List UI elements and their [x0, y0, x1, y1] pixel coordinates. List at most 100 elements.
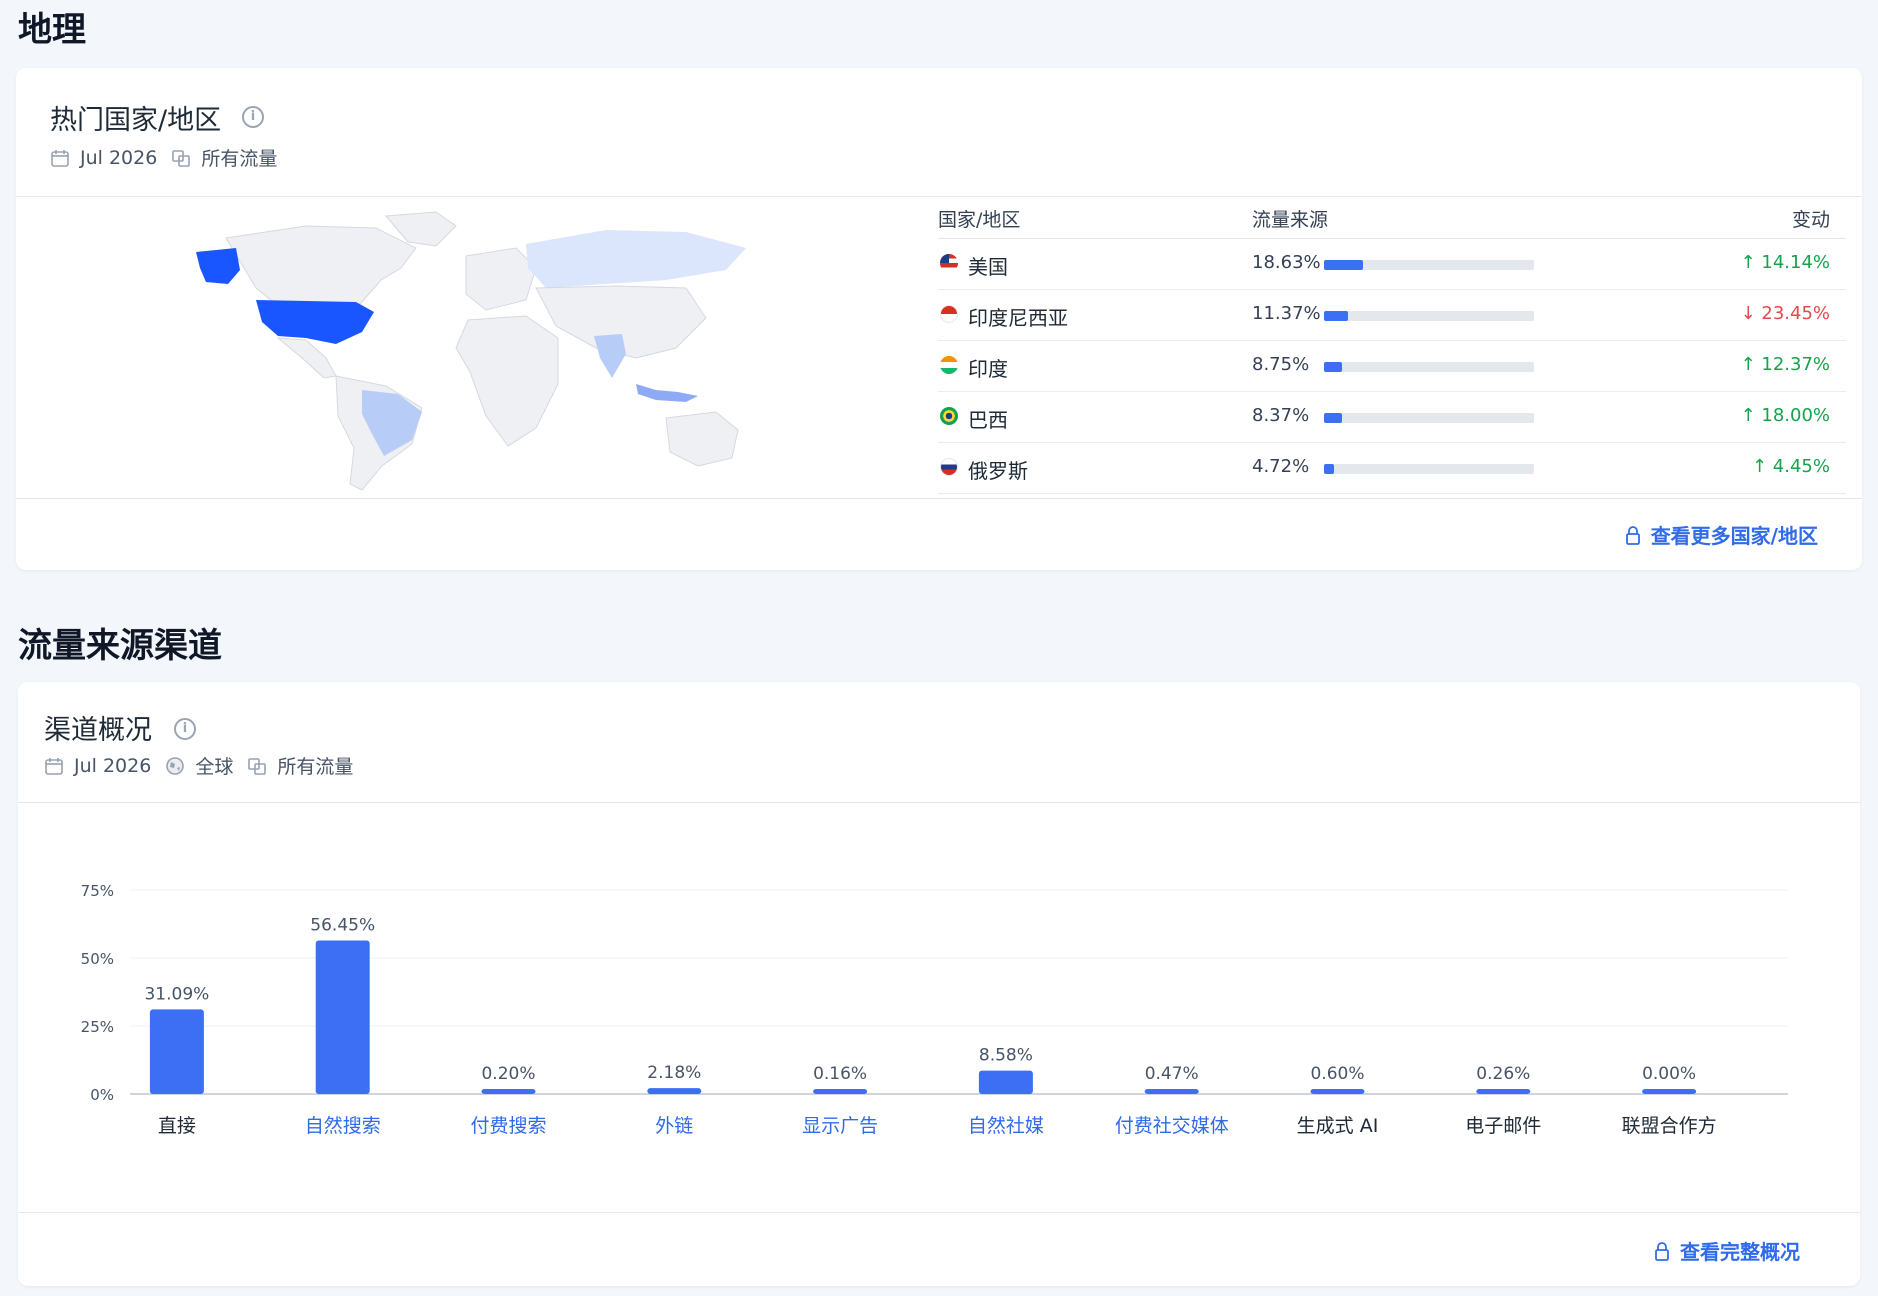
country-name[interactable]: 巴西: [968, 404, 1008, 433]
chart-bar: [1476, 1089, 1531, 1094]
share-bar-fill: [1324, 413, 1342, 423]
map-australia: [665, 411, 739, 467]
view-full-overview-link[interactable]: 查看完整概况: [1654, 1236, 1800, 1265]
geo-section-title: 地理: [18, 10, 86, 50]
traffic-type-icon: [172, 149, 191, 167]
y-tick-label: 0%: [90, 1086, 114, 1104]
chart-bar: [647, 1088, 702, 1094]
chart-bar: [813, 1089, 868, 1094]
traffic-share: 18.63%: [1252, 252, 1321, 273]
x-category-label: 电子邮件: [1465, 1115, 1541, 1137]
col-change[interactable]: 变动: [1792, 205, 1830, 232]
change-value: ↑ 14.14%: [1740, 252, 1830, 273]
map-alaska[interactable]: [196, 248, 240, 284]
bar-value-label: 0.47%: [1145, 1064, 1199, 1084]
card-footer-divider: [18, 1212, 1860, 1213]
map-central-america: [276, 337, 337, 379]
change-value: ↑ 12.37%: [1740, 354, 1830, 375]
view-more-countries-link[interactable]: 查看更多国家/地区: [1625, 520, 1818, 549]
indonesia-flag-icon: [940, 305, 958, 323]
chart-bar: [1144, 1089, 1199, 1094]
traffic-filter-label: 所有流量: [201, 148, 278, 170]
date-label: Jul 2026: [80, 146, 158, 169]
card-footer-divider: [16, 498, 1862, 499]
table-row[interactable]: 美国 18.63% ↑ 14.14%: [938, 239, 1846, 290]
traffic-share: 4.72%: [1252, 456, 1310, 477]
table-row[interactable]: 俄罗斯 4.72% ↑ 4.45%: [938, 443, 1846, 494]
share-bar: [1324, 362, 1534, 372]
card-title: 热门国家/地区: [50, 105, 222, 136]
country-name[interactable]: 印度尼西亚: [968, 302, 1068, 331]
channel-bar-chart: 0% 25% 50% 75% 31.09% 直接 56.45% 自然搜索 0.20% 付费搜索 2.…: [81, 882, 1788, 1137]
view-full-overview-label[interactable]: 查看完整概况: [1680, 1236, 1800, 1265]
table-row[interactable]: 印度尼西亚 11.37% ↓ 23.45%: [938, 290, 1846, 341]
bar-value-label: 0.00%: [1642, 1064, 1696, 1084]
country-name[interactable]: 美国: [968, 251, 1008, 280]
x-category-label[interactable]: 显示广告: [802, 1115, 878, 1137]
share-bar-fill: [1324, 260, 1364, 270]
view-more-countries-label[interactable]: 查看更多国家/地区: [1651, 520, 1818, 549]
table-row[interactable]: 巴西 8.37% ↑ 18.00%: [938, 392, 1846, 443]
chart-bar: [481, 1089, 536, 1094]
x-category-label: 生成式 AI: [1297, 1115, 1379, 1137]
channels-section-title: 流量来源渠道: [18, 626, 222, 666]
x-category-label[interactable]: 外链: [655, 1115, 693, 1137]
x-category-label[interactable]: 自然搜索: [305, 1115, 381, 1137]
bar-value-label: 56.45%: [310, 915, 375, 935]
change-value: ↓ 23.45%: [1740, 303, 1830, 324]
change-value: ↑ 18.00%: [1740, 405, 1830, 426]
india-flag-icon: [940, 356, 958, 374]
world-map: [196, 211, 746, 491]
share-bar-fill: [1324, 362, 1343, 372]
traffic-share: 11.37%: [1252, 303, 1321, 324]
channel-overview-card: 渠道概况 i Jul 2026 全球 所有流量 0% 25% 50% 75% 31.09…: [18, 682, 1860, 1286]
traffic-share: 8.37%: [1252, 405, 1310, 426]
chart-bar: [149, 1009, 204, 1094]
map-russia[interactable]: [526, 230, 746, 288]
map-usa[interactable]: [256, 300, 374, 344]
change-value: ↑ 4.45%: [1752, 456, 1830, 477]
bar-value-label: 0.16%: [813, 1064, 867, 1084]
chart-bar: [1310, 1089, 1365, 1094]
country-name[interactable]: 印度: [968, 353, 1008, 382]
bar-value-label: 2.18%: [647, 1063, 701, 1083]
map-indonesia[interactable]: [636, 384, 698, 402]
card-divider: [16, 196, 1862, 197]
bar-value-label: 8.58%: [979, 1046, 1033, 1066]
map-africa: [455, 315, 559, 447]
col-country[interactable]: 国家/地区: [938, 205, 1020, 232]
x-category-label[interactable]: 自然社媒: [968, 1115, 1044, 1137]
map-india[interactable]: [594, 334, 626, 378]
traffic-share: 8.75%: [1252, 354, 1310, 375]
table-row[interactable]: 印度 8.75% ↑ 12.37%: [938, 341, 1846, 392]
bar-value-label: 0.26%: [1476, 1064, 1530, 1084]
y-tick-label: 50%: [81, 950, 114, 968]
col-traffic-share[interactable]: 流量来源: [1252, 205, 1328, 232]
share-bar: [1324, 311, 1534, 321]
brazil-flag-icon: [940, 407, 958, 425]
us-flag-icon: [940, 254, 958, 272]
map-europe: [465, 247, 537, 311]
bar-value-label: 31.09%: [144, 984, 209, 1004]
share-bar-fill: [1324, 311, 1348, 321]
chart-bar: [315, 940, 370, 1094]
x-category-label: 联盟合作方: [1622, 1115, 1717, 1137]
x-category-label[interactable]: 付费搜索: [470, 1115, 546, 1137]
y-tick-label: 25%: [81, 1018, 114, 1036]
y-tick-label: 75%: [81, 882, 114, 900]
russia-flag-icon: [940, 458, 958, 476]
country-name[interactable]: 俄罗斯: [968, 455, 1028, 484]
bar-value-label: 0.20%: [481, 1064, 535, 1084]
bar-value-label: 0.60%: [1310, 1064, 1364, 1084]
lock-icon: [1625, 525, 1640, 545]
top-countries-card: 热门国家/地区 i Jul 2026 所有流量 国家/地区 流量来源 变动 美国…: [16, 68, 1862, 570]
share-bar: [1324, 260, 1534, 270]
x-category-label[interactable]: 付费社交媒体: [1115, 1115, 1229, 1137]
x-category-label: 直接: [158, 1115, 196, 1137]
calendar-icon: [51, 149, 69, 167]
card-meta: Jul 2026 所有流量: [50, 144, 277, 171]
lock-icon: [1655, 1241, 1669, 1261]
chart-bar: [1642, 1089, 1697, 1094]
info-icon[interactable]: i: [242, 106, 264, 128]
share-bar: [1324, 464, 1534, 474]
